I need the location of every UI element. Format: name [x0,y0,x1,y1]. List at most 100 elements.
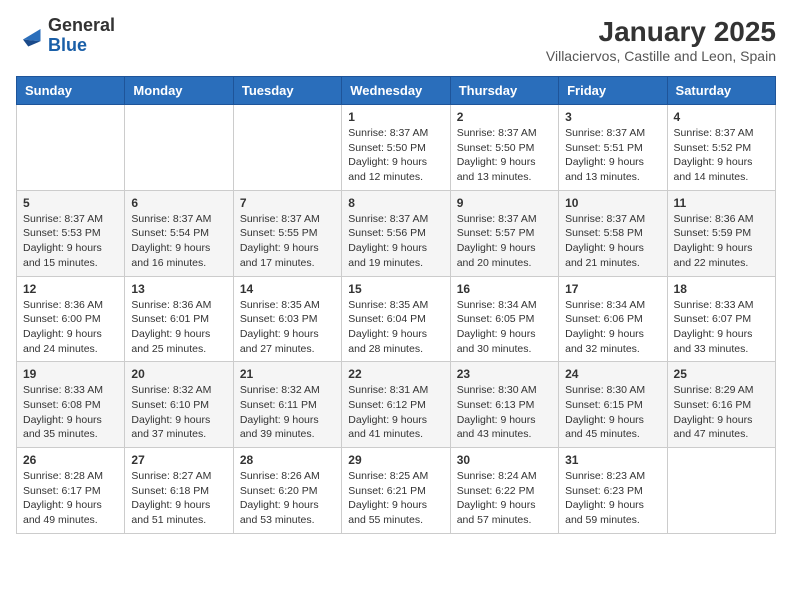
calendar-cell: 27Sunrise: 8:27 AM Sunset: 6:18 PM Dayli… [125,448,233,534]
day-content: Sunrise: 8:37 AM Sunset: 5:54 PM Dayligh… [131,212,226,271]
calendar-cell: 12 Sunrise: 8:36 AM Sunset: 6:00 PM Dayli… [17,276,125,362]
day-content: Sunrise: 8:36 AM Sunset: 6:00 PM Dayligh… [23,298,118,357]
calendar-cell: 22 Sunrise: 8:31 AM Sunset: 6:12 PM Dayli… [342,362,450,448]
calendar-week-row: 26 Sunrise: 8:28 AM Sunset: 6:17 PM Dayli… [17,448,776,534]
calendar-cell [125,105,233,191]
day-content: Sunrise: 8:32 AM Sunset: 6:10 PM Dayligh… [131,383,226,442]
calendar-cell: 23 Sunrise: 8:30 AM Sunset: 6:13 PM Dayli… [450,362,558,448]
weekday-header: Tuesday [233,77,341,105]
calendar-week-row: 19 Sunrise: 8:33 AM Sunset: 6:08 PM Dayli… [17,362,776,448]
day-content: Sunrise: 8:34 AM Sunset: 6:06 PM Dayligh… [565,298,660,357]
logo-icon [16,22,44,50]
day-content: Sunrise: 8:36 AM Sunset: 6:01 PM Dayligh… [131,298,226,357]
day-number: 3 [565,110,660,124]
day-content: Sunrise: 8:37 AM Sunset: 5:50 PM Dayligh… [457,126,552,185]
calendar-cell [233,105,341,191]
day-content: Sunrise: 8:30 AM Sunset: 6:13 PM Dayligh… [457,383,552,442]
calendar-week-row: 12 Sunrise: 8:36 AM Sunset: 6:00 PM Dayli… [17,276,776,362]
weekday-header: Sunday [17,77,125,105]
day-number: 26 [23,453,118,467]
day-number: 31 [565,453,660,467]
day-number: 13 [131,282,226,296]
day-content: Sunrise: 8:29 AM Sunset: 6:16 PM Dayligh… [674,383,769,442]
day-number: 10 [565,196,660,210]
day-content: Sunrise: 8:33 AM Sunset: 6:08 PM Dayligh… [23,383,118,442]
day-number: 24 [565,367,660,381]
day-content: Sunrise: 8:23 AM Sunset: 6:23 PM Dayligh… [565,469,660,528]
day-number: 9 [457,196,552,210]
day-content: Sunrise: 8:35 AM Sunset: 6:04 PM Dayligh… [348,298,443,357]
calendar-cell: 17 Sunrise: 8:34 AM Sunset: 6:06 PM Dayli… [559,276,667,362]
calendar-cell [17,105,125,191]
day-number: 2 [457,110,552,124]
day-number: 14 [240,282,335,296]
calendar-cell: 25 Sunrise: 8:29 AM Sunset: 6:16 PM Dayli… [667,362,775,448]
calendar-cell: 20 Sunrise: 8:32 AM Sunset: 6:10 PM Dayli… [125,362,233,448]
calendar-cell: 19 Sunrise: 8:33 AM Sunset: 6:08 PM Dayli… [17,362,125,448]
day-content: Sunrise: 8:37 AM Sunset: 5:55 PM Dayligh… [240,212,335,271]
day-number: 11 [674,196,769,210]
calendar-week-row: 5 Sunrise: 8:37 AM Sunset: 5:53 PM Daylig… [17,190,776,276]
calendar-cell: 1 Sunrise: 8:37 AM Sunset: 5:50 PM Daylig… [342,105,450,191]
day-content: Sunrise: 8:24 AM Sunset: 6:22 PM Dayligh… [457,469,552,528]
day-number: 4 [674,110,769,124]
day-number: 1 [348,110,443,124]
calendar-table: SundayMondayTuesdayWednesdayThursdayFrid… [16,76,776,534]
calendar-cell: 21 Sunrise: 8:32 AM Sunset: 6:11 PM Dayli… [233,362,341,448]
calendar-cell: 5 Sunrise: 8:37 AM Sunset: 5:53 PM Daylig… [17,190,125,276]
calendar-cell [667,448,775,534]
day-number: 5 [23,196,118,210]
calendar-cell: 6 Sunrise: 8:37 AM Sunset: 5:54 PM Daylig… [125,190,233,276]
calendar-cell: 29 Sunrise: 8:25 AM Sunset: 6:21 PM Dayli… [342,448,450,534]
weekday-header: Monday [125,77,233,105]
day-content: Sunrise: 8:37 AM Sunset: 5:56 PM Dayligh… [348,212,443,271]
day-content: Sunrise: 8:33 AM Sunset: 6:07 PM Dayligh… [674,298,769,357]
calendar-header-row: SundayMondayTuesdayWednesdayThursdayFrid… [17,77,776,105]
day-content: Sunrise: 8:37 AM Sunset: 5:51 PM Dayligh… [565,126,660,185]
day-content: Sunrise: 8:37 AM Sunset: 5:57 PM Dayligh… [457,212,552,271]
day-number: 17 [565,282,660,296]
day-content: Sunrise: 8:31 AM Sunset: 6:12 PM Dayligh… [348,383,443,442]
day-content: Sunrise: 8:28 AM Sunset: 6:17 PM Dayligh… [23,469,118,528]
day-content: Sunrise: 8:35 AM Sunset: 6:03 PM Dayligh… [240,298,335,357]
calendar-cell: 24Sunrise: 8:30 AM Sunset: 6:15 PM Dayli… [559,362,667,448]
day-content: Sunrise: 8:37 AM Sunset: 5:53 PM Dayligh… [23,212,118,271]
day-content: Sunrise: 8:25 AM Sunset: 6:21 PM Dayligh… [348,469,443,528]
day-number: 7 [240,196,335,210]
page-header: General Blue January 2025 Villaciervos, … [16,16,776,64]
calendar-cell: 9 Sunrise: 8:37 AM Sunset: 5:57 PM Daylig… [450,190,558,276]
day-number: 20 [131,367,226,381]
day-number: 15 [348,282,443,296]
day-number: 22 [348,367,443,381]
day-number: 12 [23,282,118,296]
calendar-cell: 3 Sunrise: 8:37 AM Sunset: 5:51 PM Daylig… [559,105,667,191]
day-number: 27 [131,453,226,467]
calendar-cell: 11 Sunrise: 8:36 AM Sunset: 5:59 PM Dayli… [667,190,775,276]
day-number: 6 [131,196,226,210]
day-number: 8 [348,196,443,210]
day-content: Sunrise: 8:36 AM Sunset: 5:59 PM Dayligh… [674,212,769,271]
day-number: 18 [674,282,769,296]
calendar-cell: 28Sunrise: 8:26 AM Sunset: 6:20 PM Dayli… [233,448,341,534]
logo: General Blue [16,16,115,56]
calendar-cell: 2 Sunrise: 8:37 AM Sunset: 5:50 PM Daylig… [450,105,558,191]
calendar-cell: 15 Sunrise: 8:35 AM Sunset: 6:04 PM Dayli… [342,276,450,362]
day-number: 23 [457,367,552,381]
calendar-week-row: 1 Sunrise: 8:37 AM Sunset: 5:50 PM Daylig… [17,105,776,191]
calendar-cell: 18 Sunrise: 8:33 AM Sunset: 6:07 PM Dayli… [667,276,775,362]
calendar-cell: 8 Sunrise: 8:37 AM Sunset: 5:56 PM Daylig… [342,190,450,276]
day-number: 16 [457,282,552,296]
day-content: Sunrise: 8:32 AM Sunset: 6:11 PM Dayligh… [240,383,335,442]
weekday-header: Saturday [667,77,775,105]
calendar-cell: 26 Sunrise: 8:28 AM Sunset: 6:17 PM Dayli… [17,448,125,534]
day-number: 19 [23,367,118,381]
calendar-cell: 13 Sunrise: 8:36 AM Sunset: 6:01 PM Dayli… [125,276,233,362]
weekday-header: Thursday [450,77,558,105]
day-number: 25 [674,367,769,381]
day-number: 21 [240,367,335,381]
calendar-cell: 10Sunrise: 8:37 AM Sunset: 5:58 PM Dayli… [559,190,667,276]
day-number: 29 [348,453,443,467]
day-number: 28 [240,453,335,467]
weekday-header: Wednesday [342,77,450,105]
day-content: Sunrise: 8:37 AM Sunset: 5:50 PM Dayligh… [348,126,443,185]
